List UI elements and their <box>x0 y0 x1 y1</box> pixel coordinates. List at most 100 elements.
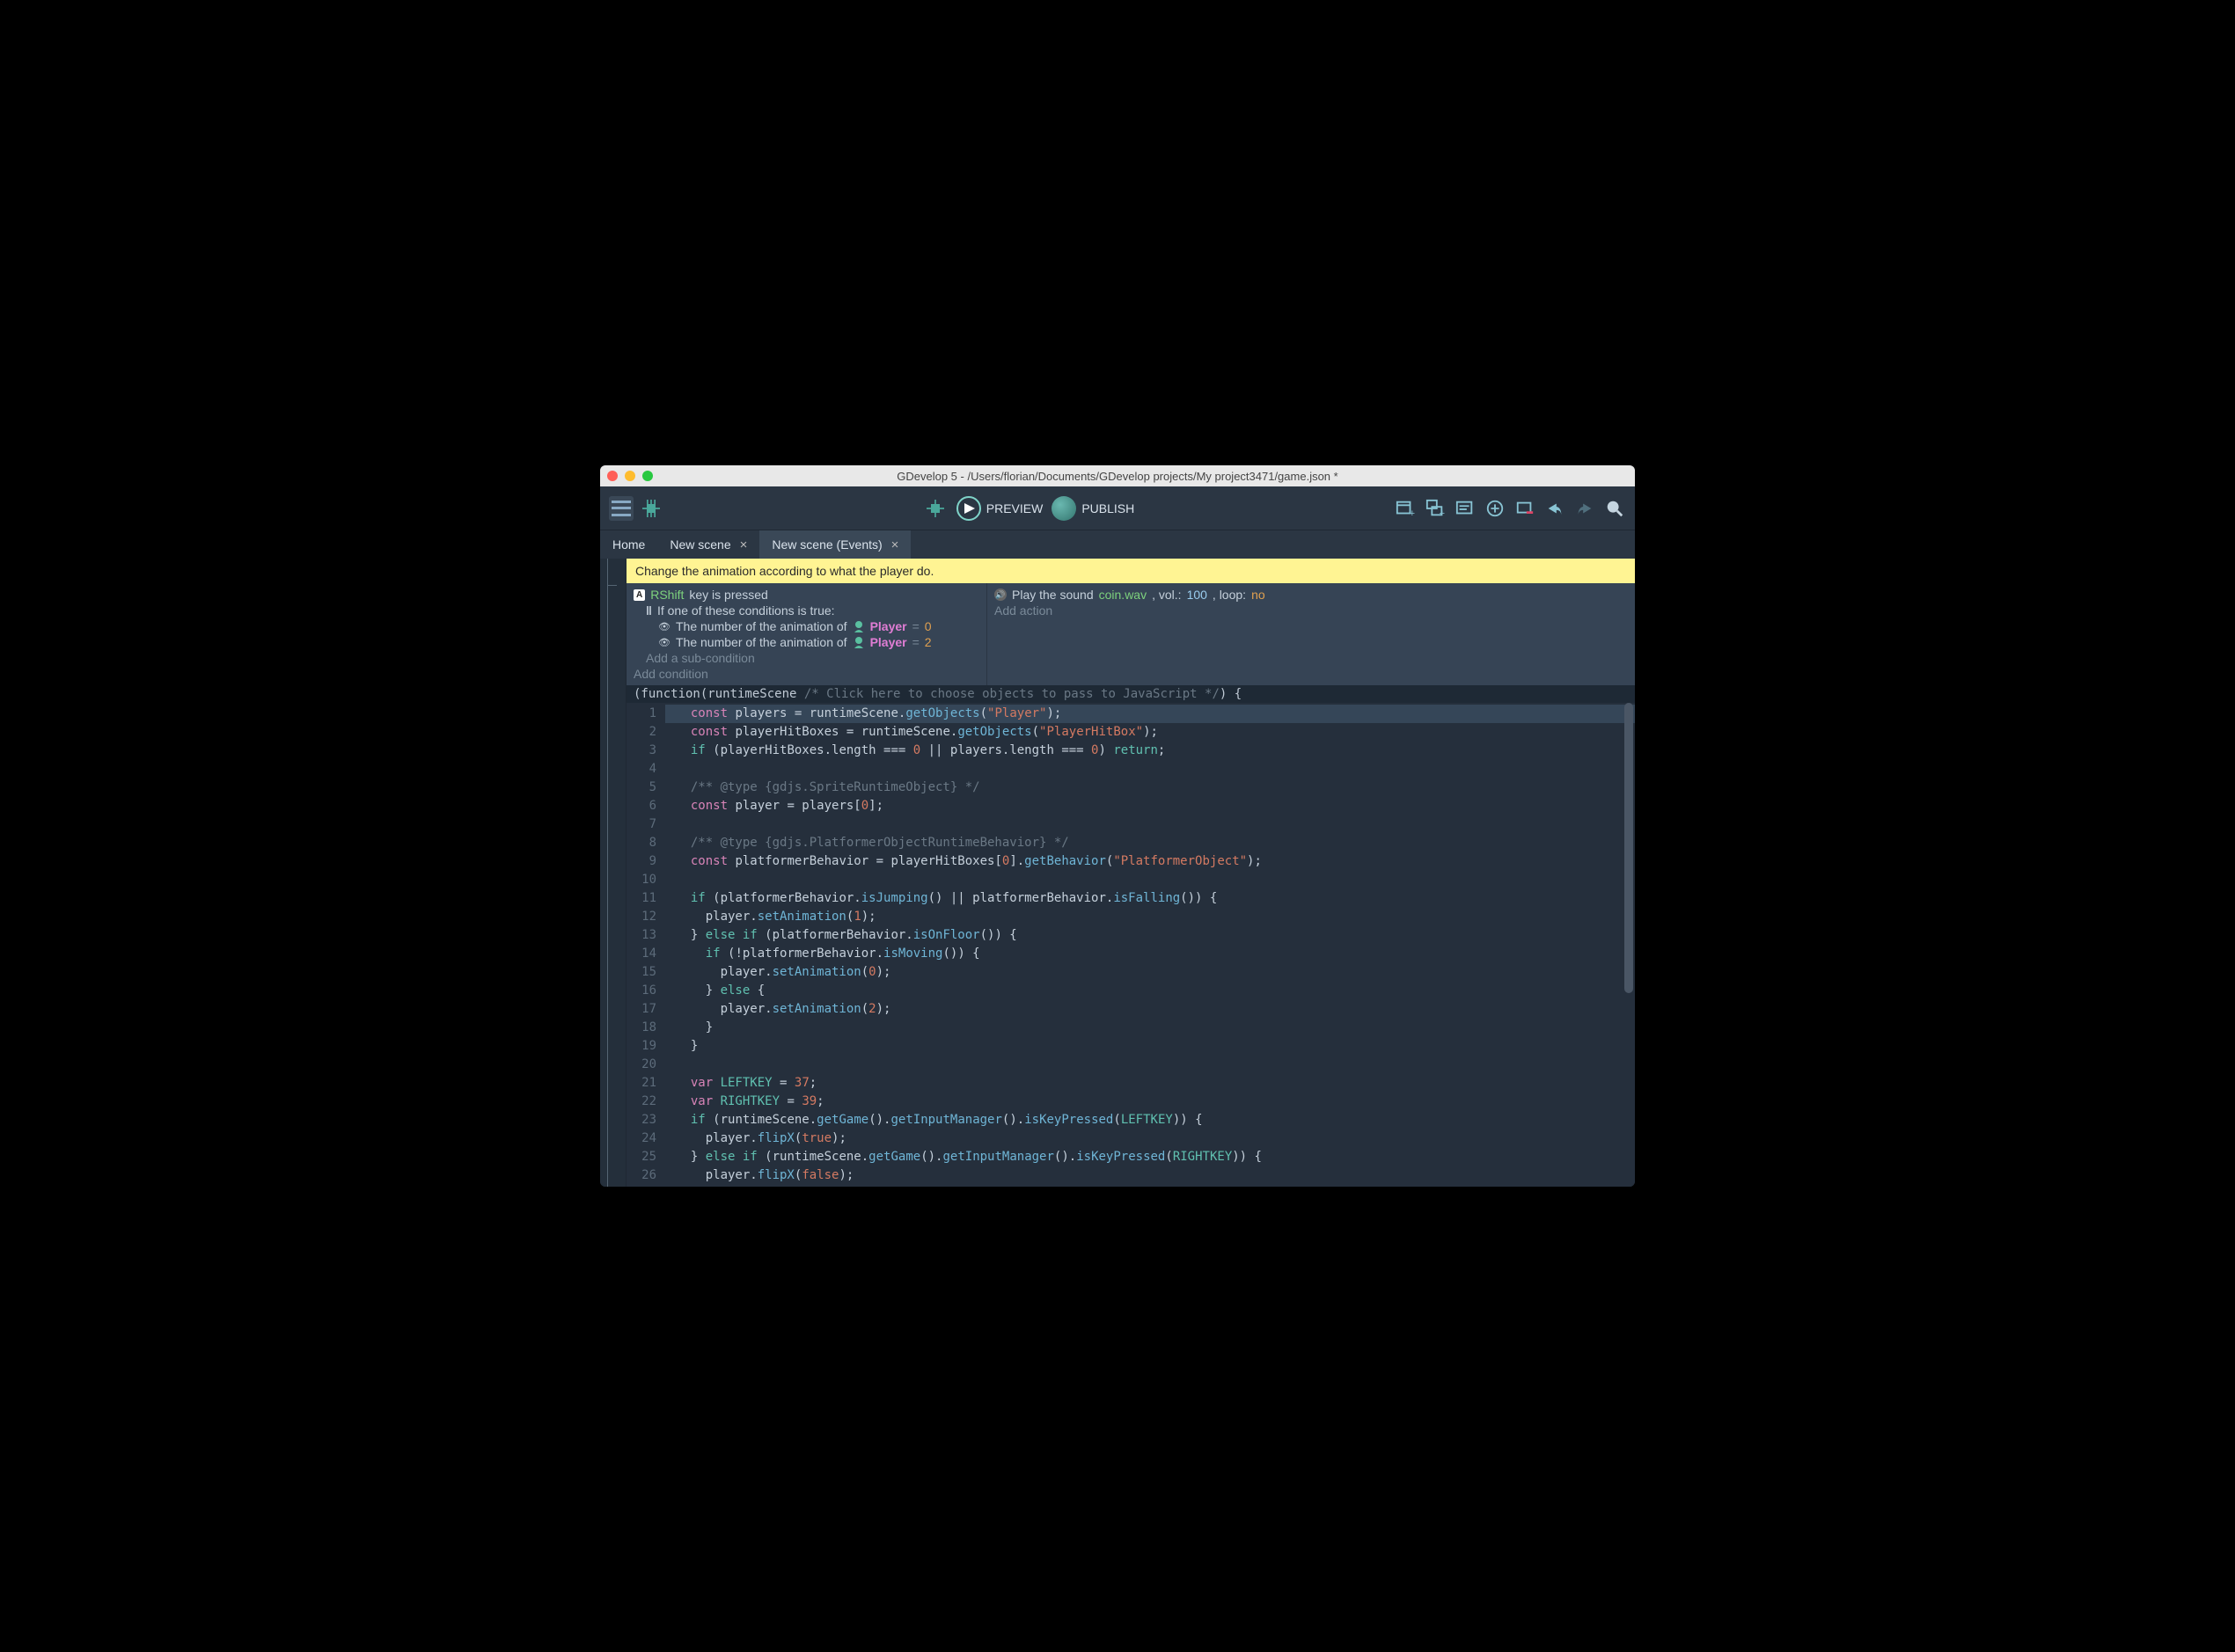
event-comment[interactable]: Change the animation according to what t… <box>627 559 1635 583</box>
line-number: 12 <box>627 908 656 926</box>
condition-value: 2 <box>925 635 932 649</box>
line-number: 11 <box>627 889 656 908</box>
code-line[interactable]: player.flipX(true); <box>665 1129 1635 1148</box>
code-line[interactable]: var RIGHTKEY = 39; <box>665 1093 1635 1111</box>
line-number: 20 <box>627 1056 656 1074</box>
redo-button[interactable] <box>1573 497 1596 520</box>
close-icon[interactable]: × <box>740 537 748 552</box>
line-number: 2 <box>627 723 656 742</box>
condition-value: 0 <box>925 619 932 633</box>
code-line[interactable] <box>665 871 1635 889</box>
search-button[interactable] <box>1603 497 1626 520</box>
object-name: Player <box>870 635 907 649</box>
objects-picker-hint[interactable]: /* Click here to choose objects to pass … <box>804 687 1220 701</box>
code-line[interactable]: } <box>665 1019 1635 1037</box>
line-number: 10 <box>627 871 656 889</box>
object-name: Player <box>870 619 907 633</box>
toolbar: PREVIEW PUBLISH + + <box>600 486 1635 530</box>
svg-text:+: + <box>1410 508 1415 518</box>
chip-icon <box>927 500 944 517</box>
code-line[interactable] <box>665 1056 1635 1074</box>
actions-column[interactable]: 🔊 Play the sound coin.wav, vol.: 100, lo… <box>987 583 1635 685</box>
code-line[interactable]: } else if (platformerBehavior.isOnFloor(… <box>665 926 1635 945</box>
code-line[interactable] <box>665 815 1635 834</box>
add-comment-button[interactable] <box>1454 497 1477 520</box>
code-line[interactable] <box>665 760 1635 778</box>
line-number: 18 <box>627 1019 656 1037</box>
code-line[interactable]: if (platformerBehavior.isJumping() || pl… <box>665 889 1635 908</box>
add-sub-condition-button[interactable]: Add a sub-condition <box>646 651 755 665</box>
line-number-gutter: 1234567891011121314151617181920212223242… <box>627 703 665 1187</box>
code-line[interactable]: const players = runtimeScene.getObjects(… <box>665 705 1635 723</box>
operator: = <box>912 619 920 633</box>
line-number: 24 <box>627 1129 656 1148</box>
debugger-button[interactable] <box>639 496 663 521</box>
tab-home[interactable]: Home <box>600 530 657 559</box>
add-event-button[interactable]: + <box>1394 497 1417 520</box>
close-icon[interactable]: × <box>891 537 899 552</box>
preview-button[interactable]: PREVIEW <box>956 496 1044 521</box>
code-line[interactable]: /** @type {gdjs.SpriteRuntimeObject} */ <box>665 778 1635 797</box>
code-line[interactable]: player.setAnimation(0); <box>665 963 1635 982</box>
preview-label: PREVIEW <box>986 501 1044 515</box>
tab-new-scene-events[interactable]: New scene (Events) × <box>759 530 911 559</box>
window-title: GDevelop 5 - /Users/florian/Documents/GD… <box>600 470 1635 483</box>
code-body[interactable]: const players = runtimeScene.getObjects(… <box>665 703 1635 1187</box>
code-line[interactable]: const playerHitBoxes = runtimeScene.getO… <box>665 723 1635 742</box>
publish-button[interactable]: PUBLISH <box>1052 496 1134 521</box>
add-condition-button[interactable]: Add condition <box>634 667 708 681</box>
code-line[interactable]: player.setAnimation(2); <box>665 1000 1635 1019</box>
debug-chip-button[interactable] <box>923 496 948 521</box>
window-controls <box>607 471 653 481</box>
code-line[interactable]: } else if (runtimeScene.getGame().getInp… <box>665 1148 1635 1166</box>
conditions-column[interactable]: A RShift key is pressed ‖ If one of thes… <box>627 583 987 685</box>
delete-button[interactable] <box>1513 497 1536 520</box>
code-line[interactable]: /** @type {gdjs.PlatformerObjectRuntimeB… <box>665 834 1635 852</box>
event-row: A RShift key is pressed ‖ If one of thes… <box>627 583 1635 685</box>
menu-icon <box>612 501 631 516</box>
code-editor[interactable]: 1234567891011121314151617181920212223242… <box>627 703 1635 1187</box>
action-text: , loop: <box>1213 588 1246 602</box>
maximize-window-button[interactable] <box>642 471 653 481</box>
code-line[interactable]: if (runtimeScene.getGame().getInputManag… <box>665 1111 1635 1129</box>
line-number: 6 <box>627 797 656 815</box>
add-subevent-button[interactable]: + <box>1424 497 1447 520</box>
project-manager-button[interactable] <box>609 496 634 521</box>
event-tree-gutter <box>600 559 627 1187</box>
tab-new-scene[interactable]: New scene × <box>657 530 759 559</box>
sound-file: coin.wav <box>1099 588 1147 602</box>
chip-icon <box>642 500 660 517</box>
sound-icon: 🔊 <box>994 588 1007 601</box>
sprite-icon <box>853 636 865 648</box>
code-line[interactable]: const platformerBehavior = playerHitBoxe… <box>665 852 1635 871</box>
sprite-icon <box>853 620 865 632</box>
minimize-window-button[interactable] <box>625 471 635 481</box>
code-line[interactable]: if (playerHitBoxes.length === 0 || playe… <box>665 742 1635 760</box>
line-number: 23 <box>627 1111 656 1129</box>
code-line[interactable]: player.setAnimation(1); <box>665 908 1635 926</box>
add-action-button[interactable]: Add action <box>994 603 1052 618</box>
line-number: 3 <box>627 742 656 760</box>
line-number: 4 <box>627 760 656 778</box>
undo-button[interactable] <box>1543 497 1566 520</box>
code-line[interactable]: const player = players[0]; <box>665 797 1635 815</box>
line-number: 22 <box>627 1093 656 1111</box>
code-line[interactable]: } <box>665 1037 1635 1056</box>
titlebar: GDevelop 5 - /Users/florian/Documents/GD… <box>600 465 1635 486</box>
tab-label: New scene <box>670 537 730 552</box>
line-number: 21 <box>627 1074 656 1093</box>
app-window: GDevelop 5 - /Users/florian/Documents/GD… <box>600 465 1635 1187</box>
code-line[interactable]: } else { <box>665 982 1635 1000</box>
add-special-button[interactable] <box>1484 497 1506 520</box>
code-line[interactable]: player.flipX(false); <box>665 1166 1635 1185</box>
or-icon: ‖ <box>646 603 652 618</box>
js-event-header[interactable]: (function(runtimeScene /* Click here to … <box>627 685 1635 703</box>
line-number: 16 <box>627 982 656 1000</box>
globe-icon <box>1052 496 1076 521</box>
code-line[interactable]: var LEFTKEY = 37; <box>665 1074 1635 1093</box>
volume-value: 100 <box>1187 588 1207 602</box>
line-number: 14 <box>627 945 656 963</box>
close-window-button[interactable] <box>607 471 618 481</box>
scrollbar-thumb[interactable] <box>1624 703 1633 993</box>
code-line[interactable]: if (!platformerBehavior.isMoving()) { <box>665 945 1635 963</box>
